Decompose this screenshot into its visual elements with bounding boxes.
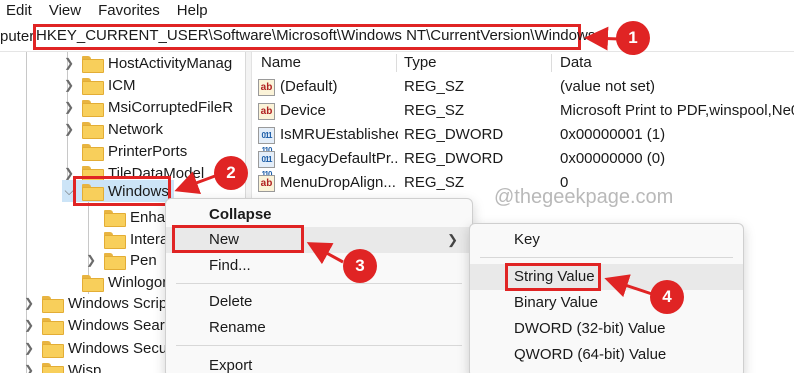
callout-badge-4: 4 [650, 280, 684, 314]
annotation-arrows [174, 26, 653, 298]
annotation-arrow-4 [604, 274, 653, 298]
annotation-arrow-2 [174, 171, 216, 194]
callout-badge-2: 2 [214, 156, 248, 190]
callout-badge-3: 3 [343, 249, 377, 283]
callout-badge-1: 1 [616, 21, 650, 55]
annotation-arrow-3 [306, 242, 344, 265]
